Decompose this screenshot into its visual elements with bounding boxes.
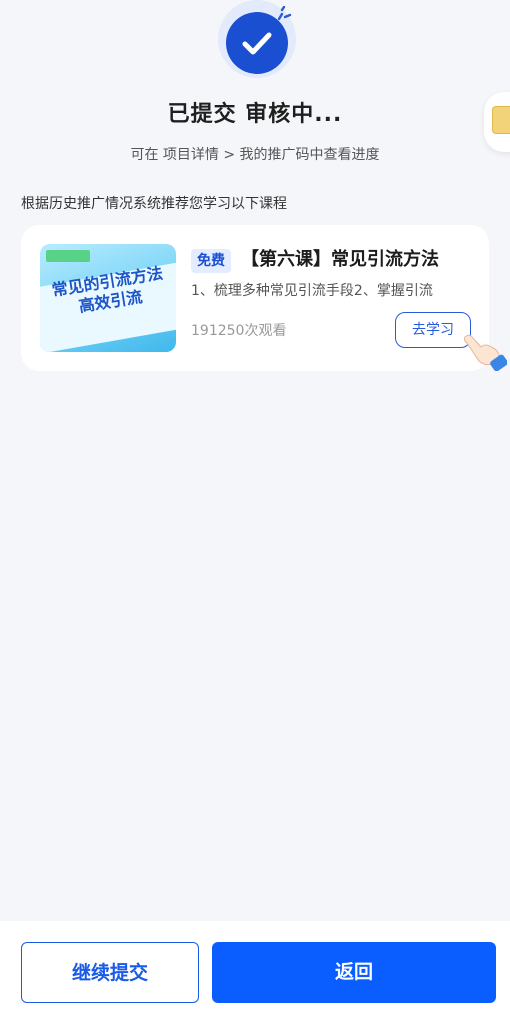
brand-logo	[46, 250, 90, 262]
sparkle-icon	[277, 6, 292, 21]
pointing-hand-icon	[463, 334, 507, 371]
bottom-action-bar: 继续提交 返回	[0, 921, 510, 1024]
gift-icon	[492, 106, 510, 134]
course-description: 1、梳理多种常见引流手段2、掌握引流	[191, 283, 433, 299]
floating-widget[interactable]	[484, 92, 510, 152]
go-study-button[interactable]: 去学习	[395, 312, 471, 348]
back-button[interactable]: 返回	[212, 942, 496, 1003]
check-circle-icon	[218, 0, 296, 78]
free-badge: 免费	[191, 249, 231, 273]
view-count: 191250次观看	[191, 323, 287, 339]
submission-status-page: 已提交 审核中... 可在 项目详情 > 我的推广码中查看进度 根据历史推广情况…	[0, 0, 510, 1024]
course-thumbnail[interactable]: 常见的引流方法 高效引流	[40, 244, 176, 352]
course-title[interactable]: 【第六课】常见引流方法	[241, 246, 486, 274]
status-title: 已提交 审核中...	[167, 102, 343, 127]
status-hint: 可在 项目详情 > 我的推广码中查看进度	[130, 147, 380, 163]
recommend-label: 根据历史推广情况系统推荐您学习以下课程	[21, 196, 287, 212]
course-card[interactable]: 常见的引流方法 高效引流 免费 【第六课】常见引流方法 1、梳理多种常见引流手段…	[21, 225, 507, 371]
continue-submit-button[interactable]: 继续提交	[21, 942, 199, 1003]
